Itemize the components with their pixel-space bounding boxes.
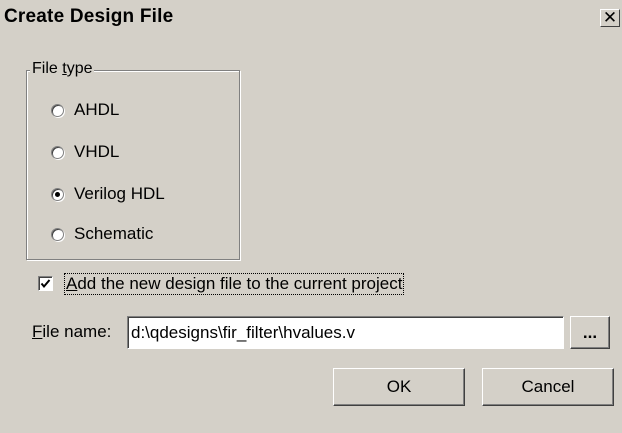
- add-to-project-checkbox[interactable]: [38, 276, 53, 291]
- browse-button[interactable]: ...: [570, 316, 610, 349]
- radio-label: AHDL: [74, 100, 120, 119]
- close-icon: ✕: [602, 8, 618, 27]
- close-button[interactable]: ✕: [600, 9, 620, 27]
- radio-selected-dot: [55, 191, 60, 197]
- title-bar: Create Design File ✕: [0, 0, 622, 34]
- ok-button[interactable]: OK: [333, 368, 465, 406]
- dialog-title: Create Design File: [4, 6, 174, 27]
- radio-ahdl[interactable]: AHDL: [51, 99, 119, 121]
- add-to-project-label[interactable]: Add the new design file to the current p…: [63, 273, 405, 295]
- radio-label: VHDL: [74, 142, 120, 161]
- radio-button[interactable]: [51, 145, 64, 159]
- radio-button[interactable]: [51, 103, 64, 117]
- file-type-legend: File type: [30, 60, 95, 78]
- radio-button-selected[interactable]: [51, 187, 64, 201]
- file-name-input[interactable]: [127, 316, 564, 349]
- radio-label: Schematic: [74, 224, 154, 243]
- cancel-button[interactable]: Cancel: [482, 368, 614, 406]
- file-name-label: File name:: [32, 322, 112, 341]
- checkmark-icon: [40, 279, 51, 289]
- radio-vhdl[interactable]: VHDL: [51, 141, 119, 163]
- radio-label: Verilog HDL: [74, 184, 165, 203]
- create-design-file-dialog: Create Design File ✕ File type AHDL VHDL…: [0, 0, 622, 433]
- radio-button[interactable]: [51, 227, 64, 241]
- radio-verilog-hdl[interactable]: Verilog HDL: [51, 183, 165, 205]
- radio-schematic[interactable]: Schematic: [51, 223, 153, 245]
